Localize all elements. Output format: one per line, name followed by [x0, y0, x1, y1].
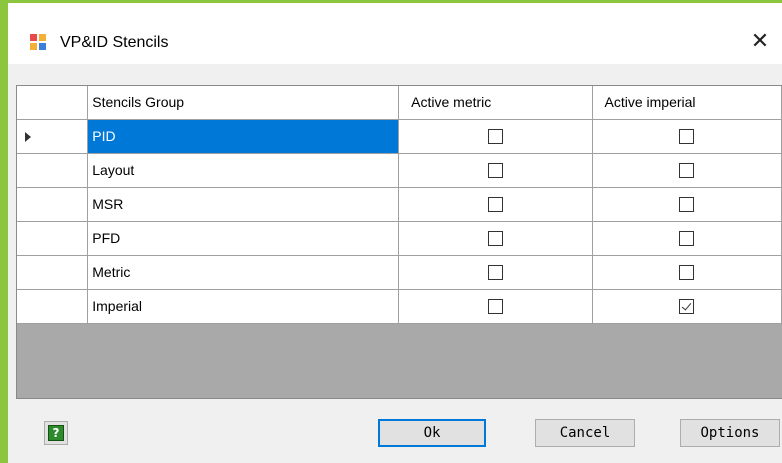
- active-imperial-checkbox-cell: [592, 153, 782, 188]
- stencils-table: Stencils Group Active metric Active impe…: [17, 86, 782, 324]
- active-metric-checkbox-cell: [398, 187, 593, 222]
- active-imperial-checkbox[interactable]: [679, 129, 695, 145]
- table-row[interactable]: Layout: [17, 153, 782, 188]
- active-metric-checkbox[interactable]: [487, 265, 503, 281]
- active-imperial-checkbox[interactable]: [679, 265, 695, 281]
- row-header[interactable]: [17, 153, 89, 188]
- stencil-group-cell[interactable]: PFD: [87, 221, 400, 256]
- active-metric-checkbox-cell: [398, 289, 593, 324]
- window-frame-left: [0, 0, 8, 463]
- active-metric-checkbox[interactable]: [487, 231, 503, 247]
- close-icon[interactable]: ✕: [746, 27, 774, 57]
- header-row: Stencils Group Active metric Active impe…: [17, 86, 782, 120]
- stencil-group-cell[interactable]: Metric: [87, 255, 400, 290]
- column-header-stencils-group[interactable]: Stencils Group: [87, 86, 400, 120]
- active-imperial-checkbox-cell: [592, 221, 782, 256]
- active-metric-checkbox[interactable]: [487, 299, 503, 315]
- active-metric-checkbox-cell: [398, 221, 593, 256]
- active-imperial-checkbox-cell: [592, 255, 782, 290]
- row-header[interactable]: [17, 221, 89, 256]
- stencil-group-cell[interactable]: MSR: [87, 187, 400, 222]
- active-metric-checkbox[interactable]: [487, 163, 503, 179]
- title-bar: VP&ID Stencils ✕: [8, 3, 782, 64]
- active-metric-checkbox-cell: [398, 255, 593, 290]
- table-row[interactable]: Metric: [17, 255, 782, 290]
- row-header[interactable]: [17, 187, 89, 222]
- table-row[interactable]: MSR: [17, 187, 782, 222]
- window-title: VP&ID Stencils: [60, 34, 169, 51]
- row-header[interactable]: [17, 289, 89, 324]
- options-button[interactable]: Options: [680, 419, 780, 447]
- active-metric-checkbox[interactable]: [487, 197, 503, 213]
- stencil-group-cell[interactable]: Layout: [87, 153, 400, 188]
- ok-button[interactable]: Ok: [378, 419, 486, 447]
- active-imperial-checkbox[interactable]: [679, 163, 695, 179]
- active-imperial-checkbox-cell: [592, 119, 782, 154]
- active-imperial-checkbox-cell: [592, 289, 782, 324]
- help-icon: ?: [48, 425, 64, 441]
- stencils-grid: Stencils Group Active metric Active impe…: [16, 85, 782, 399]
- help-button[interactable]: ?: [44, 421, 68, 445]
- column-header-active-imperial[interactable]: Active imperial: [592, 86, 782, 120]
- row-header-corner: [17, 86, 89, 120]
- table-row[interactable]: PFD: [17, 221, 782, 256]
- column-header-active-metric[interactable]: Active metric: [398, 86, 593, 120]
- active-imperial-checkbox[interactable]: [679, 231, 695, 247]
- active-metric-checkbox-cell: [398, 153, 593, 188]
- active-metric-checkbox[interactable]: [487, 129, 503, 145]
- table-row[interactable]: Imperial: [17, 289, 782, 324]
- active-imperial-checkbox-cell: [592, 187, 782, 222]
- active-metric-checkbox-cell: [398, 119, 593, 154]
- stencil-group-cell[interactable]: PID: [87, 119, 400, 154]
- cancel-button[interactable]: Cancel: [535, 419, 635, 447]
- stencil-group-cell[interactable]: Imperial: [87, 289, 400, 324]
- table-row[interactable]: PID: [17, 119, 782, 154]
- current-row-arrow-icon: [25, 132, 31, 143]
- active-imperial-checkbox[interactable]: [679, 299, 695, 315]
- active-imperial-checkbox[interactable]: [679, 197, 695, 213]
- stencils-dialog: VP&ID Stencils ✕ Stencils Group Active m…: [8, 3, 782, 463]
- row-header[interactable]: [17, 255, 89, 290]
- row-header[interactable]: [17, 119, 89, 154]
- app-window-icon: [30, 34, 46, 50]
